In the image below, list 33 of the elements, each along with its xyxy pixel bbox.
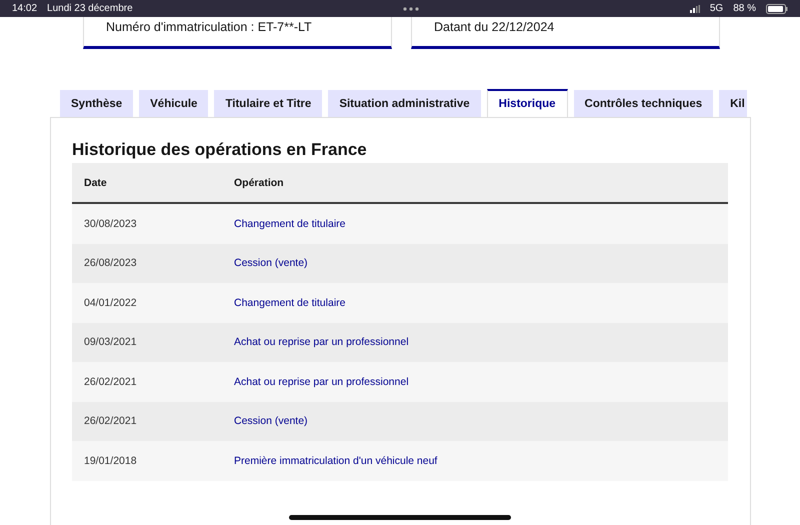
date-cell-text: 09/03/2021 bbox=[83, 336, 138, 348]
operation-link[interactable]: Cession (vente) bbox=[234, 257, 308, 270]
tab[interactable]: Synthèse bbox=[60, 90, 134, 117]
operation-link[interactable]: Première immatriculation d'un véhicule neuf bbox=[234, 454, 438, 467]
date-cell-text: 26/02/2021 bbox=[83, 415, 138, 428]
network-label: 5G bbox=[710, 3, 724, 14]
tab[interactable]: Contrôles techniques bbox=[574, 90, 714, 117]
date-cell-text: 26/08/2023 bbox=[83, 257, 138, 270]
more-dots-icon bbox=[403, 6, 420, 10]
tab[interactable]: Situation administrative bbox=[328, 90, 481, 117]
section-title: Historique des opérations en France bbox=[72, 140, 368, 160]
date-cell-text: 26/02/2021 bbox=[83, 376, 138, 388]
date-cell-text: 19/01/2018 bbox=[83, 454, 138, 467]
tab[interactable]: Historique bbox=[486, 89, 568, 117]
battery-percent: 88 % bbox=[733, 3, 756, 14]
operation-link[interactable]: Cession (vente) bbox=[234, 415, 308, 428]
operation-link[interactable]: Changement de titulaire bbox=[234, 218, 346, 230]
column-header: Date bbox=[83, 176, 108, 188]
operation-link[interactable]: Achat ou reprise par un professionnel bbox=[234, 336, 409, 348]
info-card: Numéro d'immatriculation : ET-7**-LT bbox=[83, 17, 392, 49]
status-date: Lundi 23 décembre bbox=[47, 3, 133, 14]
tab[interactable]: Titulaire et Titre bbox=[214, 90, 322, 117]
tab[interactable]: Kil bbox=[719, 90, 747, 117]
tab[interactable]: Véhicule bbox=[139, 90, 208, 117]
operation-link[interactable]: Achat ou reprise par un professionnel bbox=[234, 376, 409, 388]
signal-icon bbox=[690, 4, 700, 12]
status-time: 14:02 bbox=[12, 3, 38, 14]
column-header: Opération bbox=[234, 176, 284, 188]
date-cell-text: 04/01/2022 bbox=[83, 296, 138, 309]
operation-link[interactable]: Changement de titulaire bbox=[234, 296, 346, 309]
date-cell-text: 30/08/2023 bbox=[83, 218, 138, 230]
info-card: Datant du 22/12/2024 bbox=[411, 17, 720, 49]
battery-icon bbox=[766, 4, 788, 14]
